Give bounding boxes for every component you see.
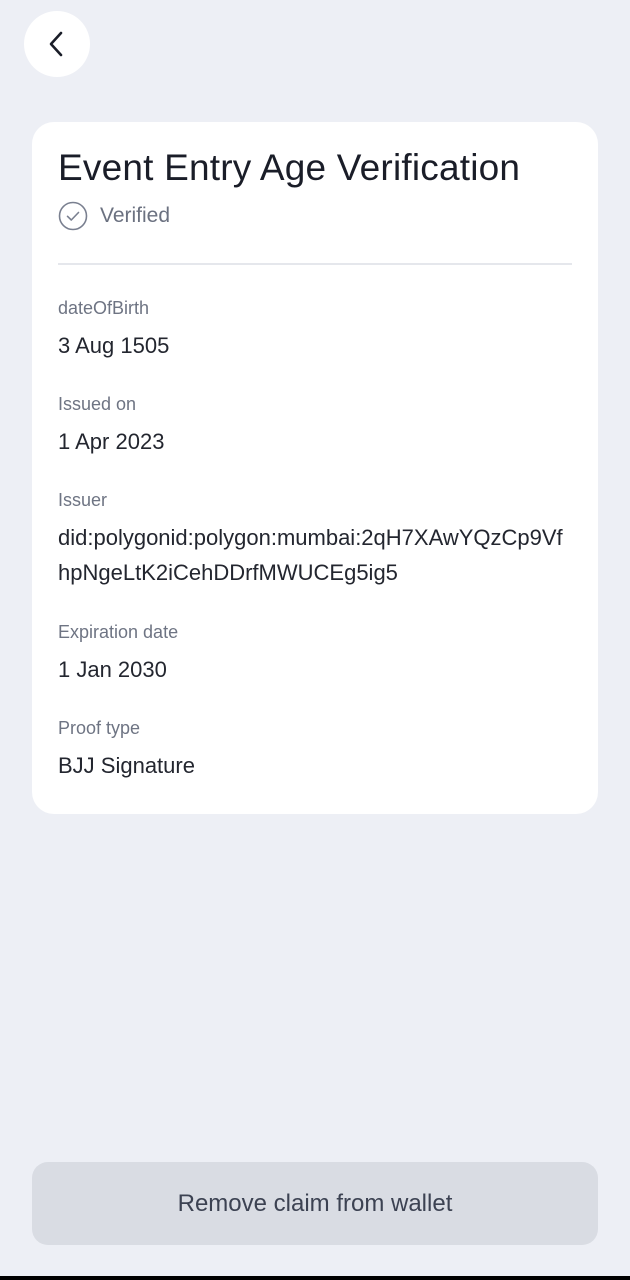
field-value: 1 Jan 2030	[58, 657, 167, 682]
field-value: 3 Aug 1505	[58, 333, 170, 358]
field-label: Issued on	[58, 394, 137, 414]
field-label: Issuer	[58, 490, 108, 510]
field-label: dateOfBirth	[58, 298, 150, 318]
divider	[58, 263, 572, 265]
field-label: Expiration date	[58, 622, 179, 642]
chevron-left-icon	[47, 30, 67, 58]
field-value: did:polygonid:polygon:mumbai:2qH7XAwYQzC…	[58, 525, 563, 585]
verification-status: Verified	[58, 200, 170, 232]
field-value: BJJ Signature	[58, 753, 195, 778]
remove-claim-button[interactable]: Remove claim from wallet	[32, 1162, 598, 1245]
check-circle-icon	[58, 201, 88, 231]
field-label: Proof type	[58, 718, 141, 738]
field-issued-on: Issued on 1 Apr 2023	[58, 392, 570, 459]
bottom-edge	[0, 1276, 630, 1280]
back-button[interactable]	[24, 11, 90, 77]
field-date-of-birth: dateOfBirth 3 Aug 1505	[58, 296, 570, 363]
credential-title: Event Entry Age Verification	[58, 147, 521, 188]
field-proof-type: Proof type BJJ Signature	[58, 716, 570, 783]
status-label: Verified	[100, 204, 171, 227]
field-expiration-date: Expiration date 1 Jan 2030	[58, 620, 570, 687]
field-issuer: Issuer did:polygonid:polygon:mumbai:2qH7…	[58, 488, 564, 590]
field-value: 1 Apr 2023	[58, 429, 165, 454]
